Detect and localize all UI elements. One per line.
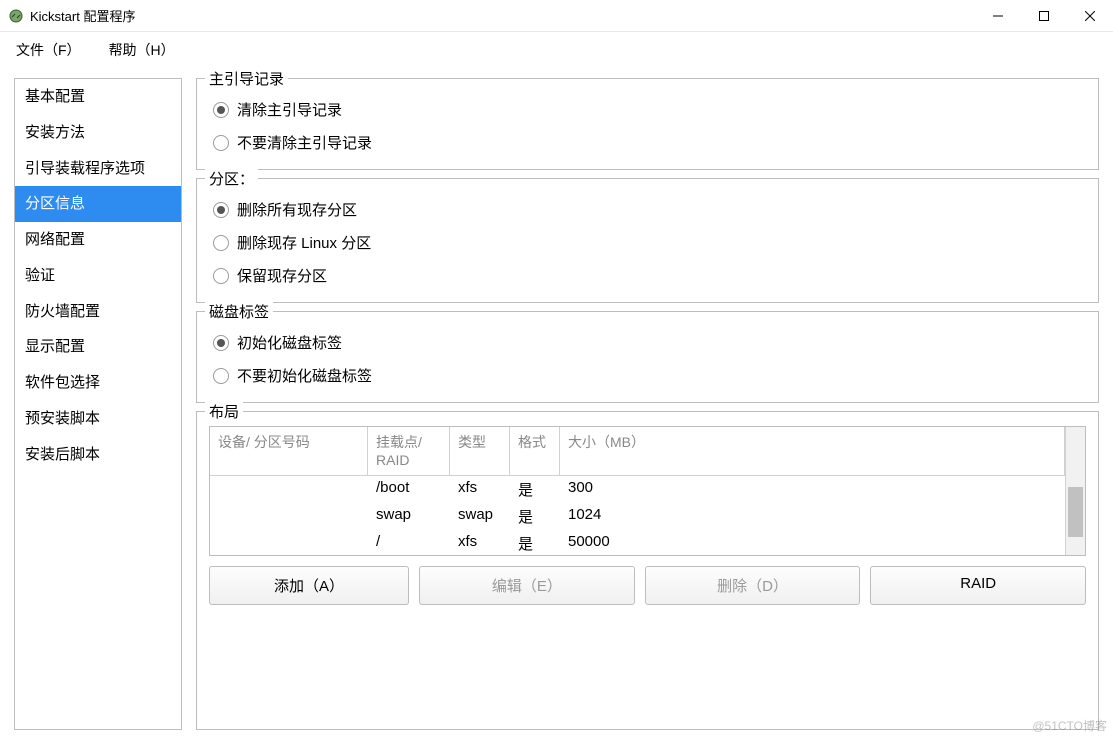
radio-icon (213, 235, 229, 251)
group-layout: 布局 设备/ 分区号码 挂载点/ RAID 类型 格式 大小（MB） /boot… (196, 411, 1099, 730)
table-cell: 300 (560, 476, 1065, 503)
radio-label: 初始化磁盘标签 (237, 332, 342, 353)
sidebar-item-2[interactable]: 引导装载程序选项 (15, 151, 181, 187)
table-body: /bootxfs是300swapswap是1024/xfs是50000 (210, 476, 1065, 555)
sidebar-item-10[interactable]: 安装后脚本 (15, 437, 181, 473)
mbr-option-0[interactable]: 清除主引导记录 (209, 93, 1086, 126)
watermark: @51CTO博客 (1032, 717, 1107, 734)
sidebar-item-1[interactable]: 安装方法 (15, 115, 181, 151)
radio-label: 不要初始化磁盘标签 (237, 365, 372, 386)
th-mount[interactable]: 挂载点/ RAID (368, 427, 450, 475)
radio-label: 删除现存 Linux 分区 (237, 232, 371, 253)
layout-button-row: 添加（A） 编辑（E） 删除（D） RAID (209, 566, 1086, 605)
sidebar-item-8[interactable]: 软件包选择 (15, 365, 181, 401)
raid-button[interactable]: RAID (870, 566, 1086, 605)
menu-help[interactable]: 帮助（H） (109, 40, 175, 60)
partition-option-1[interactable]: 删除现存 Linux 分区 (209, 226, 1086, 259)
radio-label: 不要清除主引导记录 (237, 132, 372, 153)
radio-icon (213, 135, 229, 151)
sidebar-item-9[interactable]: 预安装脚本 (15, 401, 181, 437)
sidebar-item-3[interactable]: 分区信息 (15, 186, 181, 222)
table-cell: 是 (510, 476, 560, 503)
th-type[interactable]: 类型 (450, 427, 510, 475)
radio-icon (213, 335, 229, 351)
sidebar-item-4[interactable]: 网络配置 (15, 222, 181, 258)
content: 基本配置安装方法引导装载程序选项分区信息网络配置验证防火墙配置显示配置软件包选择… (0, 68, 1113, 740)
radio-icon (213, 202, 229, 218)
table-cell: swap (450, 503, 510, 530)
mbr-option-1[interactable]: 不要清除主引导记录 (209, 126, 1086, 159)
sidebar-item-6[interactable]: 防火墙配置 (15, 294, 181, 330)
add-button[interactable]: 添加（A） (209, 566, 409, 605)
app-icon (8, 8, 24, 24)
group-mbr-title: 主引导记录 (205, 68, 288, 89)
edit-button[interactable]: 编辑（E） (419, 566, 635, 605)
table-cell (210, 476, 368, 503)
group-partition-title: 分区： (205, 168, 258, 189)
delete-button[interactable]: 删除（D） (645, 566, 861, 605)
table-header: 设备/ 分区号码 挂载点/ RAID 类型 格式 大小（MB） (210, 427, 1065, 476)
main-panel: 主引导记录 清除主引导记录不要清除主引导记录 分区： 删除所有现存分区删除现存 … (196, 78, 1099, 730)
table-row[interactable]: swapswap是1024 (210, 503, 1065, 530)
table-cell: 1024 (560, 503, 1065, 530)
menu-file[interactable]: 文件（F） (16, 40, 81, 60)
scrollbar-thumb[interactable] (1068, 487, 1083, 537)
table-cell (210, 530, 368, 555)
minimize-button[interactable] (975, 0, 1021, 32)
table-cell: xfs (450, 476, 510, 503)
table-row[interactable]: /bootxfs是300 (210, 476, 1065, 503)
sidebar-item-5[interactable]: 验证 (15, 258, 181, 294)
group-partition: 分区： 删除所有现存分区删除现存 Linux 分区保留现存分区 (196, 178, 1099, 303)
table-cell: 50000 (560, 530, 1065, 555)
menubar: 文件（F） 帮助（H） (0, 32, 1113, 68)
sidebar-item-7[interactable]: 显示配置 (15, 329, 181, 365)
table-cell: 是 (510, 503, 560, 530)
radio-icon (213, 102, 229, 118)
group-disklabel: 磁盘标签 初始化磁盘标签不要初始化磁盘标签 (196, 311, 1099, 403)
disklabel-option-1[interactable]: 不要初始化磁盘标签 (209, 359, 1086, 392)
table-cell: xfs (450, 530, 510, 555)
radio-label: 删除所有现存分区 (237, 199, 357, 220)
th-format[interactable]: 格式 (510, 427, 560, 475)
radio-icon (213, 368, 229, 384)
radio-label: 保留现存分区 (237, 265, 327, 286)
group-disklabel-title: 磁盘标签 (205, 301, 273, 322)
table-cell (210, 503, 368, 530)
partition-option-0[interactable]: 删除所有现存分区 (209, 193, 1086, 226)
table-row[interactable]: /xfs是50000 (210, 530, 1065, 555)
window-controls (975, 0, 1113, 32)
group-layout-title: 布局 (205, 401, 243, 422)
radio-label: 清除主引导记录 (237, 99, 342, 120)
titlebar: Kickstart 配置程序 (0, 0, 1113, 32)
th-size[interactable]: 大小（MB） (560, 427, 1065, 475)
th-device[interactable]: 设备/ 分区号码 (210, 427, 368, 475)
group-mbr: 主引导记录 清除主引导记录不要清除主引导记录 (196, 78, 1099, 170)
maximize-button[interactable] (1021, 0, 1067, 32)
table-cell: 是 (510, 530, 560, 555)
table-cell: / (368, 530, 450, 555)
disklabel-option-0[interactable]: 初始化磁盘标签 (209, 326, 1086, 359)
table-cell: swap (368, 503, 450, 530)
table-scrollbar[interactable] (1065, 427, 1085, 555)
radio-icon (213, 268, 229, 284)
partition-option-2[interactable]: 保留现存分区 (209, 259, 1086, 292)
close-button[interactable] (1067, 0, 1113, 32)
table-cell: /boot (368, 476, 450, 503)
sidebar: 基本配置安装方法引导装载程序选项分区信息网络配置验证防火墙配置显示配置软件包选择… (14, 78, 182, 730)
sidebar-item-0[interactable]: 基本配置 (15, 79, 181, 115)
layout-table: 设备/ 分区号码 挂载点/ RAID 类型 格式 大小（MB） /bootxfs… (209, 426, 1086, 556)
window-title: Kickstart 配置程序 (30, 6, 135, 25)
